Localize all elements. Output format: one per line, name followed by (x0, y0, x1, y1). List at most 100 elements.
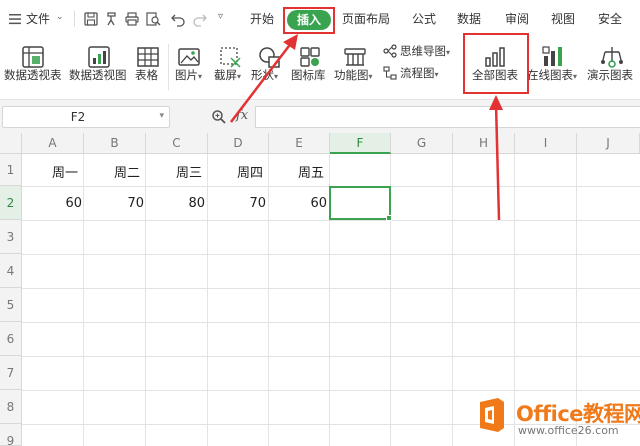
function-chart-label: 功能图▾ (334, 68, 373, 82)
shape-icon (259, 47, 280, 68)
hamburger-menu-icon[interactable] (8, 12, 22, 26)
grid-line (22, 322, 640, 323)
flowchart-button[interactable]: 流程图▾ (383, 65, 459, 85)
pivot-table-button[interactable]: 数据透视表 (2, 38, 62, 98)
pivot-table-icon (22, 46, 44, 68)
cell-c2[interactable]: 80 (187, 196, 205, 211)
grid-line (22, 356, 640, 357)
tab-review[interactable]: 审阅 (505, 11, 529, 27)
column-header-f[interactable]: F (330, 133, 391, 154)
function-chart-button[interactable]: 功能图▾ (333, 38, 379, 98)
redo-icon[interactable] (192, 11, 208, 27)
cell-b2[interactable]: 70 (126, 196, 144, 211)
column-header-g[interactable]: G (391, 133, 453, 154)
row-header-1[interactable]: 1 (0, 154, 22, 186)
cell-e1[interactable]: 周五 (298, 162, 324, 181)
column-header-d[interactable]: D (208, 133, 269, 154)
tab-security[interactable]: 安全 (598, 11, 622, 27)
shape-button[interactable]: 形状▾ (251, 38, 287, 98)
print-icon[interactable] (124, 11, 140, 27)
format-painter-icon[interactable] (104, 11, 120, 27)
row-header-8[interactable]: 8 (0, 390, 22, 424)
pivot-chart-label: 数据透视图 (69, 68, 127, 82)
cell-a2[interactable]: 60 (64, 196, 82, 211)
screenshot-icon (220, 47, 241, 68)
pivot-chart-button[interactable]: 数据透视图 (66, 38, 128, 98)
row-header-9[interactable]: 9 (0, 424, 22, 446)
name-box[interactable]: F2 ▾ (2, 106, 170, 128)
table-icon (137, 47, 159, 67)
tab-formulas[interactable]: 公式 (412, 11, 436, 27)
grid-line (452, 154, 453, 446)
column-header-a[interactable]: A (22, 133, 84, 154)
screenshot-button[interactable]: 截屏▾ (211, 38, 247, 98)
cell-c1[interactable]: 周三 (176, 162, 202, 181)
highlight-insert-tab (283, 7, 335, 34)
tab-home[interactable]: 开始 (250, 11, 274, 27)
grid-line (207, 154, 208, 446)
icon-library-icon (300, 47, 320, 67)
demo-chart-label: 演示图表 (587, 68, 633, 82)
grid-line (268, 154, 269, 446)
shape-label: 形状▾ (251, 68, 279, 82)
row-header-4[interactable]: 4 (0, 254, 22, 288)
column-header-j[interactable]: J (577, 133, 640, 154)
save-icon[interactable] (83, 11, 99, 27)
picture-button[interactable]: 图片▾ (172, 38, 208, 98)
fill-handle[interactable] (386, 215, 392, 221)
cell-d2[interactable]: 70 (248, 196, 266, 211)
online-chart-icon (542, 46, 562, 66)
column-header-h[interactable]: H (453, 133, 515, 154)
undo-icon[interactable] (170, 11, 186, 27)
table-button[interactable]: 表格 (131, 38, 165, 98)
screenshot-label: 截屏▾ (214, 68, 242, 82)
highlight-all-charts (463, 33, 529, 94)
column-header-c[interactable]: C (146, 133, 208, 154)
mind-map-button[interactable]: 思维导图▾ (383, 43, 459, 63)
tab-data[interactable]: 数据 (457, 11, 481, 27)
grid-line (514, 154, 515, 446)
pivot-chart-icon (88, 46, 110, 68)
quick-access-more-icon[interactable]: ▿ (218, 11, 223, 22)
name-box-caret-icon[interactable]: ▾ (159, 111, 164, 121)
file-menu[interactable]: 文件 (26, 11, 50, 27)
select-all-corner[interactable] (0, 133, 22, 154)
row-header-5[interactable]: 5 (0, 288, 22, 322)
grid-line (22, 220, 640, 221)
grid-line (83, 154, 84, 446)
online-chart-label: 在线图表▾ (527, 68, 578, 82)
print-preview-icon[interactable] (145, 11, 161, 27)
demo-chart-button[interactable]: 演示图表 (586, 38, 640, 98)
icon-library-label: 图标库 (291, 68, 326, 82)
row-header-6[interactable]: 6 (0, 322, 22, 356)
selected-cell-f2[interactable] (329, 186, 391, 220)
mind-map-icon (383, 44, 397, 58)
zoom-search-icon[interactable] (211, 109, 227, 125)
icon-library-button[interactable]: 图标库 (290, 38, 330, 98)
menu-divider (74, 11, 75, 27)
file-menu-caret-icon[interactable]: ⌄ (56, 12, 64, 22)
watermark-url: www.office26.com (518, 424, 619, 437)
cell-e2[interactable]: 60 (309, 196, 327, 211)
row-header-7[interactable]: 7 (0, 356, 22, 390)
table-label: 表格 (135, 68, 158, 82)
column-header-i[interactable]: I (515, 133, 577, 154)
tab-view[interactable]: 视图 (551, 11, 575, 27)
mind-map-label: 思维导图▾ (400, 44, 451, 58)
cell-d1[interactable]: 周四 (237, 162, 263, 181)
flowchart-label: 流程图▾ (400, 66, 439, 80)
column-header-b[interactable]: B (84, 133, 146, 154)
cell-a1[interactable]: 周一 (52, 162, 78, 181)
cell-b1[interactable]: 周二 (114, 162, 140, 181)
row-header-3[interactable]: 3 (0, 220, 22, 254)
formula-input[interactable] (255, 106, 640, 128)
grid-line (22, 390, 640, 391)
row-header-2[interactable]: 2 (0, 186, 22, 220)
insert-function-button[interactable]: fx (236, 108, 248, 123)
online-chart-button[interactable]: 在线图表▾ (527, 38, 585, 98)
ribbon-divider (168, 44, 169, 90)
column-header-e[interactable]: E (269, 133, 330, 154)
name-box-value: F2 (70, 110, 86, 124)
tab-page-layout[interactable]: 页面布局 (342, 11, 390, 27)
function-chart-icon (344, 48, 366, 66)
